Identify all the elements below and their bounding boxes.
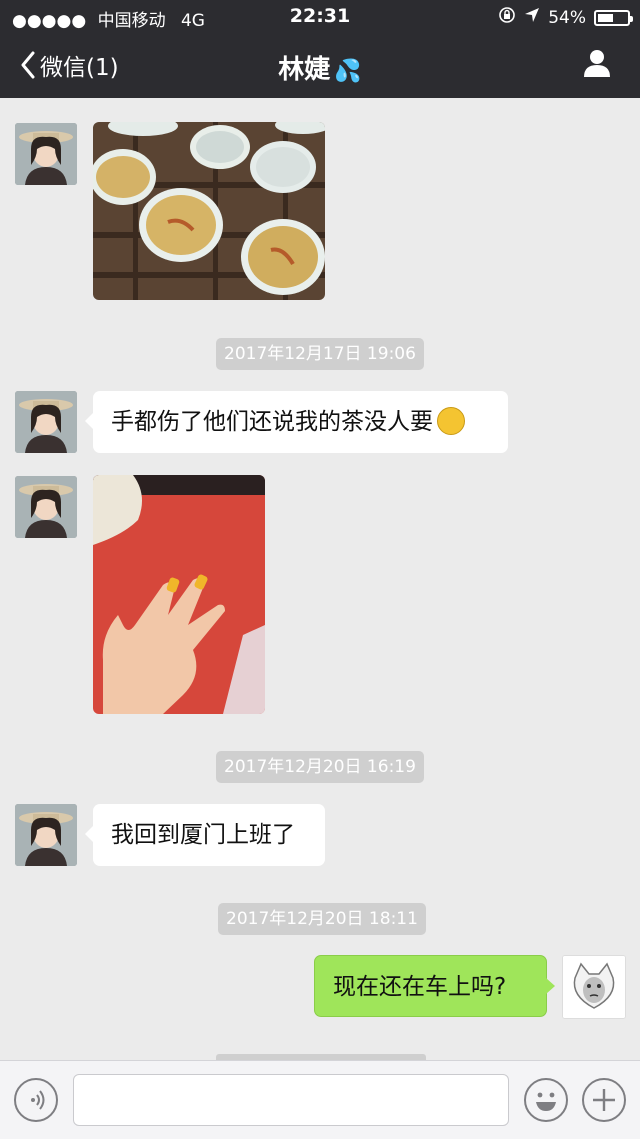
contact-avatar[interactable] <box>15 476 77 538</box>
my-avatar[interactable] <box>562 955 626 1019</box>
injured-hand-photo[interactable] <box>93 475 265 714</box>
voice-input-button[interactable] <box>14 1078 58 1122</box>
rotation-lock-icon <box>498 6 516 29</box>
pleading-face-emoji-icon <box>437 406 465 435</box>
tea-cups-photo[interactable] <box>93 122 325 300</box>
top-bar: ●●●●● 中国移动 4G 22:31 54% 微信(1) 林婕 💦 <box>0 0 640 98</box>
plus-icon <box>593 1089 615 1111</box>
battery-icon <box>594 9 633 26</box>
received-message[interactable]: 手都伤了他们还说我的茶没人要 <box>85 391 508 453</box>
timestamp: 2017年12月17日 19:06 <box>216 338 424 370</box>
contact-name: 林婕 <box>278 55 331 85</box>
contact-profile-button[interactable] <box>582 48 612 82</box>
person-icon <box>584 50 610 77</box>
more-options-button[interactable] <box>582 1078 626 1122</box>
chat-area[interactable]: 2017年12月17日 19:06 手都伤了他们还说我的茶没人要 2017年12… <box>0 98 640 1060</box>
smiley-icon <box>536 1092 556 1111</box>
received-message[interactable]: 我回到厦门上班了 <box>85 804 325 866</box>
contact-avatar[interactable] <box>15 804 77 866</box>
sweat-drops-emoji: 💦 <box>334 59 362 84</box>
message-text: 手都伤了他们还说我的茶没人要 <box>111 409 433 435</box>
location-arrow-icon <box>524 7 540 28</box>
message-input[interactable] <box>73 1074 509 1126</box>
message-text: 我回到厦门上班了 <box>111 822 295 848</box>
timestamp: 2017年12月20日 16:19 <box>216 751 424 783</box>
message-text: 现在还在车上吗? <box>333 974 507 1000</box>
chat-title: 林婕 💦 <box>0 49 640 86</box>
voice-icon <box>31 1090 45 1110</box>
contact-avatar[interactable] <box>15 391 77 453</box>
input-bar <box>0 1060 640 1139</box>
contact-avatar[interactable] <box>15 123 77 185</box>
battery-percent: 54% <box>548 7 586 28</box>
status-bar: ●●●●● 中国移动 4G 22:31 54% <box>0 0 640 34</box>
emoji-button[interactable] <box>524 1078 568 1122</box>
timestamp: 2017年12月20日 18:11 <box>218 903 426 935</box>
sent-message[interactable]: 现在还在车上吗? <box>314 955 555 1017</box>
navigation-bar: 微信(1) 林婕 💦 <box>0 34 640 98</box>
